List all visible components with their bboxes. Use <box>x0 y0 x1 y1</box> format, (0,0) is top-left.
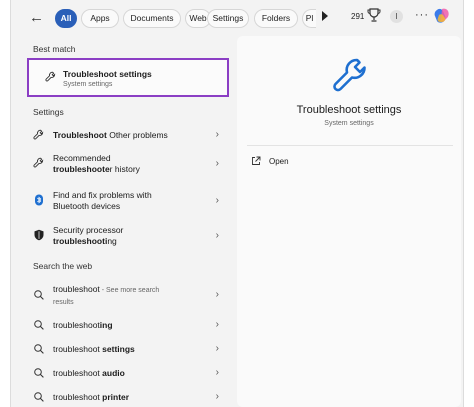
label-rest: r history <box>109 164 140 174</box>
wrench-icon <box>45 71 56 82</box>
chevron-right-icon: › <box>215 367 219 378</box>
chevron-right-icon: › <box>215 319 219 330</box>
best-match-title: Troubleshoot settings <box>63 69 152 79</box>
open-external-icon <box>252 156 261 165</box>
filter-tab-photos[interactable]: Pl <box>302 9 316 28</box>
label-start: Recommended <box>53 153 111 163</box>
chevron-right-icon: › <box>215 195 219 206</box>
settings-item-label: Security processor troubleshooting <box>53 225 171 247</box>
divider <box>247 145 453 146</box>
best-match-heading: Best match <box>33 44 76 54</box>
filter-tab-all[interactable]: All <box>55 9 77 28</box>
settings-item-troubleshoot-other[interactable]: Troubleshoot Other problems › <box>25 126 225 144</box>
web-result-label: troubleshoot - See more search results <box>53 284 171 308</box>
match-highlight: audio <box>102 368 125 378</box>
more-options-icon[interactable]: ··· <box>415 9 429 21</box>
shield-icon <box>34 229 44 241</box>
search-web-heading: Search the web <box>33 261 93 271</box>
rewards-points: 291 <box>351 12 365 21</box>
web-result-troubleshoot[interactable]: troubleshoot - See more search results › <box>25 281 225 309</box>
copilot-icon[interactable] <box>433 7 451 25</box>
web-result-label: troubleshoot printer <box>53 392 203 403</box>
chevron-right-icon: › <box>215 289 219 300</box>
chevron-right-icon: › <box>215 343 219 354</box>
settings-item-bluetooth[interactable]: Find and fix problems with Bluetooth dev… <box>25 187 225 215</box>
search-icon <box>34 368 44 378</box>
open-action[interactable]: Open <box>251 155 331 169</box>
scroll-right-icon[interactable] <box>322 11 328 21</box>
open-label: Open <box>269 157 289 166</box>
label-start: Security processor <box>53 225 124 235</box>
search-term: troubleshoot <box>53 284 100 294</box>
label-start: troubleshoot <box>53 344 103 354</box>
back-arrow-icon[interactable]: ← <box>29 9 49 27</box>
settings-item-label: Troubleshoot Other problems <box>53 130 203 141</box>
web-result-troubleshoot-printer[interactable]: troubleshoot printer › <box>25 388 225 406</box>
detail-pane: Troubleshoot settings System settings Op… <box>237 36 461 407</box>
filter-tab-folders[interactable]: Folders <box>254 9 298 28</box>
label-start: troubleshoot <box>53 392 103 402</box>
label-rest: Other problems <box>106 130 168 140</box>
wrench-icon <box>33 129 44 140</box>
search-icon <box>34 392 44 402</box>
match-highlight: Troubleshoot <box>53 130 107 140</box>
chevron-right-icon: › <box>215 129 219 140</box>
settings-item-label: Recommended troubleshooter history <box>53 153 171 175</box>
settings-heading: Settings <box>33 107 64 117</box>
detail-subtitle: System settings <box>324 120 374 127</box>
match-highlight: troubleshooti <box>53 236 108 246</box>
search-icon <box>34 320 44 330</box>
match-highlight: ing <box>99 320 113 330</box>
filter-bar: ← All Apps Documents Web Settings Folder… <box>11 0 465 36</box>
label-start: troubleshoot <box>53 320 100 330</box>
chevron-right-icon: › <box>215 230 219 241</box>
trophy-icon[interactable] <box>367 7 381 23</box>
settings-item-label: Find and fix problems with Bluetooth dev… <box>53 190 152 211</box>
web-result-troubleshoot-settings[interactable]: troubleshoot settings › <box>25 340 225 358</box>
label-start: troubleshoot <box>53 368 103 378</box>
settings-item-security-processor[interactable]: Security processor troubleshooting › <box>25 222 225 250</box>
chevron-right-icon: › <box>215 391 219 402</box>
search-window: ← All Apps Documents Web Settings Folder… <box>10 0 464 407</box>
match-highlight: printer <box>102 392 130 402</box>
filter-tab-documents[interactable]: Documents <box>123 9 181 28</box>
chevron-right-icon: › <box>215 158 219 169</box>
search-icon <box>34 290 44 300</box>
best-match-subtitle: System settings <box>63 81 113 88</box>
web-result-troubleshooting[interactable]: troubleshooting › <box>25 316 225 334</box>
web-result-label: troubleshooting <box>53 320 203 331</box>
detail-title: Troubleshoot settings <box>296 104 402 116</box>
wrench-icon <box>333 58 366 92</box>
filter-tab-settings[interactable]: Settings <box>207 9 249 28</box>
match-highlight: troubleshoote <box>53 164 110 174</box>
web-result-label: troubleshoot audio <box>53 368 203 379</box>
search-icon <box>34 344 44 354</box>
best-match-result[interactable]: Troubleshoot settings System settings <box>27 58 229 97</box>
filter-tab-apps[interactable]: Apps <box>81 9 119 28</box>
bluetooth-icon <box>35 194 43 206</box>
match-highlight: settings <box>102 344 135 354</box>
wrench-icon <box>33 157 44 168</box>
settings-item-recommended-history[interactable]: Recommended troubleshooter history › <box>25 150 225 178</box>
web-result-troubleshoot-audio[interactable]: troubleshoot audio › <box>25 364 225 382</box>
web-result-label: troubleshoot settings <box>53 344 203 355</box>
account-avatar[interactable]: I <box>390 10 403 23</box>
label-rest: ng <box>107 236 117 246</box>
